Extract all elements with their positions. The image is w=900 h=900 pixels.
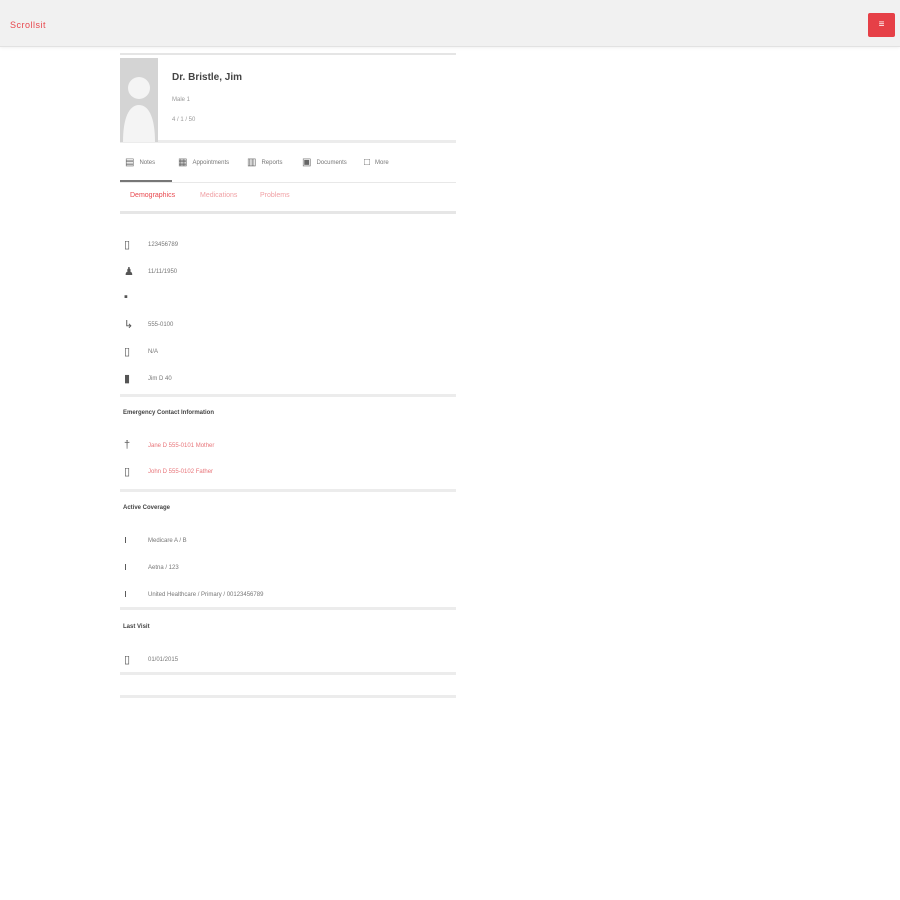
profile-header: Dr. Bristle, Jim Male 1 4 / 1 / 50 [120, 55, 456, 143]
insurance-row: ı Medicare A / B [120, 532, 456, 552]
action-label: Notes [139, 160, 156, 166]
action-label: Documents [316, 160, 347, 166]
card-bottom-border [120, 695, 456, 698]
info-row-id: ▯ 123456789 [120, 236, 456, 256]
insurance-section-title: Active Coverage [123, 505, 171, 511]
avatar [120, 58, 158, 142]
notes-button[interactable]: ▤ Notes [125, 152, 155, 174]
person-icon: † [124, 439, 131, 451]
insurance-value: Aetna / 123 [148, 565, 179, 571]
patient-card: Dr. Bristle, Jim Male 1 4 / 1 / 50 ▤ Note… [120, 53, 456, 698]
info-value: 555-0100 [148, 322, 174, 328]
active-action-indicator [120, 180, 172, 182]
patient-gender: Male 1 [172, 97, 191, 103]
info-row-email: ▮ Jim D 40 [120, 370, 456, 390]
info-value: 123456789 [148, 242, 179, 248]
info-value: Jim D 40 [148, 376, 172, 382]
pharmacy-icon: ▯ [124, 654, 131, 666]
person-silhouette-icon [120, 58, 158, 142]
emergency-contact-row[interactable]: ▯ John D 555-0102 Father [120, 463, 456, 483]
emergency-section-title: Emergency Contact Information [123, 410, 215, 416]
more-button[interactable]: □ More [364, 152, 389, 174]
top-bar: Scrollsit ≡ [0, 0, 900, 47]
emergency-contact-link[interactable]: John D 555-0102 Father [148, 469, 213, 475]
info-icon: ı [124, 534, 128, 546]
patient-dob: 4 / 1 / 50 [172, 117, 196, 123]
email-icon: ▮ [124, 373, 131, 385]
divider [120, 672, 456, 675]
info-value: N/A [148, 349, 159, 355]
visit-section-title: Last Visit [123, 624, 150, 630]
insurance-row: ı Aetna / 123 [120, 559, 456, 579]
info-icon: ı [124, 561, 128, 573]
info-row-dob: ♟ 11/11/1950 [120, 263, 456, 283]
tab-demographics[interactable]: Demographics [130, 192, 175, 199]
tab-medications[interactable]: Medications [200, 192, 237, 199]
divider [120, 394, 456, 397]
tab-problems[interactable]: Problems [260, 192, 290, 199]
home-icon: ▪ [124, 291, 128, 303]
reports-icon: ▥ [247, 157, 257, 168]
phone-icon: ↳ [124, 319, 134, 331]
appointments-icon: ▦ [178, 157, 188, 168]
person-icon: ♟ [124, 266, 134, 278]
documents-icon: ▣ [302, 157, 312, 168]
appointments-button[interactable]: ▦ Appointments [178, 152, 229, 174]
info-row-phone: ↳ 555-0100 [120, 316, 456, 336]
phone-icon: ▯ [124, 466, 131, 478]
info-row-address: ▪ [120, 289, 456, 309]
reports-button[interactable]: ▥ Reports [247, 152, 282, 174]
id-card-icon: ▯ [124, 239, 131, 251]
emergency-contact-link[interactable]: Jane D 555-0101 Mother [148, 443, 214, 449]
visit-row: ▯ 01/01/2015 [120, 651, 456, 671]
documents-button[interactable]: ▣ Documents [302, 152, 347, 174]
note-icon: ▤ [125, 157, 135, 168]
action-label: Appointments [192, 160, 230, 166]
divider [120, 607, 456, 610]
insurance-row: ı United Healthcare / Primary / 00123456… [120, 586, 456, 606]
patient-name: Dr. Bristle, Jim [172, 72, 243, 83]
insurance-value: United Healthcare / Primary / 0012345678… [148, 592, 264, 598]
more-icon: □ [364, 157, 371, 168]
action-label: Reports [261, 160, 283, 166]
info-row-mobile: ▯ N/A [120, 343, 456, 363]
info-value: 11/11/1950 [148, 269, 178, 275]
divider [120, 489, 456, 492]
action-bar: ▤ Notes ▦ Appointments ▥ Reports ▣ Documents… [120, 146, 456, 183]
menu-button[interactable]: ≡ [868, 13, 895, 37]
mobile-icon: ▯ [124, 346, 131, 358]
info-icon: ı [124, 588, 128, 600]
app-logo[interactable]: Scrollsit [10, 20, 46, 30]
emergency-contact-row[interactable]: † Jane D 555-0101 Mother [120, 437, 456, 457]
tab-bar: Demographics Medications Problems [120, 186, 456, 214]
action-label: More [375, 160, 389, 166]
visit-value: 01/01/2015 [148, 657, 179, 663]
hamburger-icon: ≡ [878, 19, 885, 30]
insurance-value: Medicare A / B [148, 538, 187, 544]
